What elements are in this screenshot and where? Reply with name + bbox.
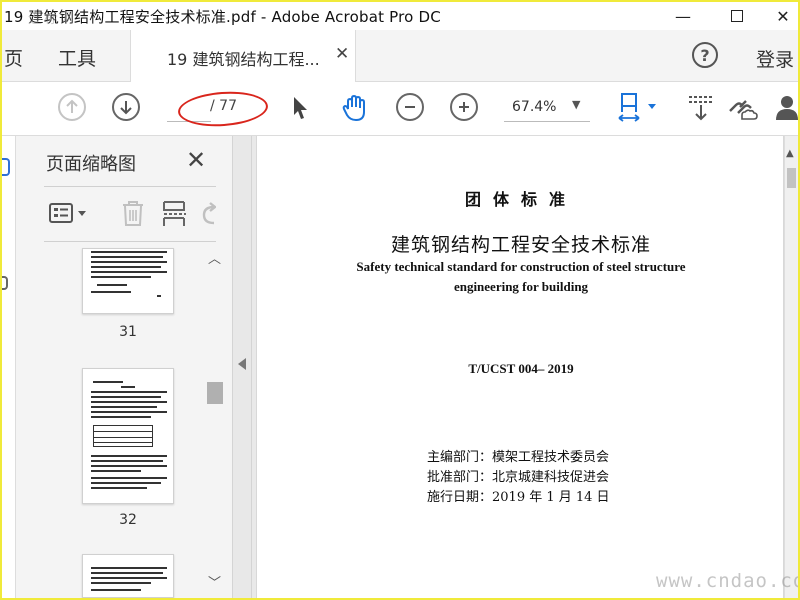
arrow-up-icon xyxy=(66,99,78,113)
arrow-down-icon xyxy=(120,101,132,115)
trash-icon xyxy=(123,201,143,226)
scroll-mode-button[interactable] xyxy=(686,92,716,124)
plus-icon xyxy=(459,102,469,112)
page-thumbnail-33[interactable] xyxy=(82,554,174,598)
scroll-icon xyxy=(689,96,713,121)
page-thumbnail-32[interactable] xyxy=(82,368,174,504)
page-thumbnails-panel: 页面缩略图 ✕ 31 32 ︿ ﹀ xyxy=(16,136,232,598)
user-icon xyxy=(776,96,798,120)
document-scrollbar[interactable]: ▲ xyxy=(784,136,798,598)
title-bar: 19 建筑钢结构工程安全技术标准.pdf - Adobe Acrobat Pro… xyxy=(2,2,798,30)
share-link-button[interactable] xyxy=(724,92,758,124)
cursor-arrow-icon xyxy=(294,97,307,119)
document-title-zh: 建筑钢结构工程安全技术标准 xyxy=(390,234,651,256)
insert-page-icon xyxy=(163,201,186,226)
document-title-en-line2: engineering for building xyxy=(453,279,589,294)
maximize-icon xyxy=(731,10,743,22)
options-list-icon xyxy=(49,203,86,223)
effective-date: 施行日期：2019 年 1 月 14 日 xyxy=(427,490,610,505)
minus-icon xyxy=(405,106,415,108)
collapse-arrow-icon[interactable] xyxy=(238,358,246,370)
chevron-down-icon: ▼ xyxy=(572,98,581,111)
standard-code: T/UCST 004– 2019 xyxy=(468,361,574,376)
standard-group: 团体标准 xyxy=(464,190,577,209)
tab-home[interactable]: 页 xyxy=(4,44,23,71)
document-view: 团体标准 建筑钢结构工程安全技术标准 Safety technical stan… xyxy=(252,136,798,598)
select-tool-button[interactable] xyxy=(288,92,312,124)
scroll-up-icon[interactable]: ︿ xyxy=(208,248,221,267)
editor-department: 主编部门：模架工程技术委员会 xyxy=(427,450,610,465)
panel-title: 页面缩略图 xyxy=(46,154,136,175)
maximize-button[interactable] xyxy=(714,2,760,30)
thumbnail-label-31: 31 xyxy=(119,324,137,340)
bookmark-icon[interactable] xyxy=(2,276,8,290)
rotate-icon xyxy=(202,202,216,225)
tab-document-label: 19 建筑钢结构工程... xyxy=(167,50,320,69)
site-watermark: www.cndao.com xyxy=(656,570,798,592)
left-navigation-rail xyxy=(2,136,16,598)
page-thumbnails-icon[interactable] xyxy=(2,158,10,176)
thumbnail-scrollbar[interactable]: ︿ ﹀ xyxy=(204,248,226,596)
approver-department: 批准部门：北京城建科技促进会 xyxy=(427,470,610,485)
panel-collapse-bar[interactable] xyxy=(232,136,252,598)
minimize-button[interactable]: — xyxy=(660,2,706,30)
panel-close-icon[interactable]: ✕ xyxy=(186,146,206,174)
scroll-down-icon[interactable]: ﹀ xyxy=(208,572,221,591)
acrobat-window: 19 建筑钢结构工程安全技术标准.pdf - Adobe Acrobat Pro… xyxy=(2,2,798,598)
thumbnail-table xyxy=(93,425,153,447)
document-page: 团体标准 建筑钢结构工程安全技术标准 Safety technical stan… xyxy=(256,136,784,598)
zoom-in-button[interactable] xyxy=(450,93,478,121)
help-icon[interactable]: ? xyxy=(692,42,718,68)
hand-tool-button[interactable] xyxy=(338,92,372,124)
next-page-button[interactable] xyxy=(112,93,140,121)
close-window-button[interactable]: ✕ xyxy=(760,2,798,30)
user-button[interactable] xyxy=(776,92,798,124)
page-thumbnail-31[interactable] xyxy=(82,248,174,314)
toolbar: / 77 67.4% ▼ xyxy=(2,82,798,136)
hand-icon xyxy=(342,94,365,122)
previous-page-button[interactable] xyxy=(58,93,86,121)
zoom-value: 67.4% xyxy=(512,99,557,115)
zoom-select[interactable]: 67.4% ▼ xyxy=(504,94,590,122)
tab-bar: 页 工具 19 建筑钢结构工程... ✕ ? 登录 xyxy=(2,30,798,82)
delete-page-button[interactable] xyxy=(120,199,146,227)
scrollbar-thumb[interactable] xyxy=(207,382,223,404)
scroll-up-icon[interactable]: ▲ xyxy=(786,148,794,159)
fit-page-icon xyxy=(618,93,656,122)
page-display-button[interactable] xyxy=(616,92,660,124)
document-title-en-line1: Safety technical standard for constructi… xyxy=(356,259,686,274)
thumbnail-options-button[interactable] xyxy=(48,199,88,227)
link-icon xyxy=(729,100,758,120)
watermark-logo: 连标网 xyxy=(28,11,76,27)
tab-document[interactable]: 19 建筑钢结构工程... ✕ xyxy=(130,30,356,82)
insert-page-button[interactable] xyxy=(162,199,188,227)
panel-toolbar xyxy=(44,186,216,242)
tab-close-icon[interactable]: ✕ xyxy=(335,44,349,64)
rotate-page-button[interactable] xyxy=(200,199,216,227)
tab-tools[interactable]: 工具 xyxy=(58,44,96,71)
login-button[interactable]: 登录 xyxy=(756,45,794,72)
thumbnail-label-32: 32 xyxy=(119,512,137,528)
zoom-out-button[interactable] xyxy=(396,93,424,121)
scrollbar-thumb[interactable] xyxy=(787,168,796,188)
